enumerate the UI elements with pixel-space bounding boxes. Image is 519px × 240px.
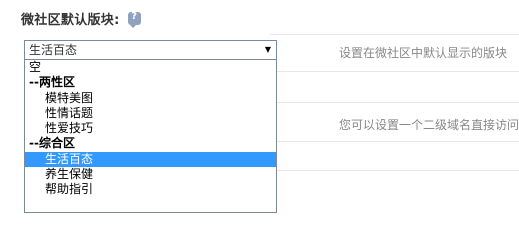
- help-bubble-icon[interactable]: [127, 11, 141, 28]
- subdomain-description: 您可以设置一个二级域名直接访问: [339, 118, 519, 132]
- dropdown-group-header: --综合区: [29, 136, 75, 151]
- board-dropdown-list[interactable]: 空 --两性区 模特美图 性情话题 性爱技巧 --综合区 生活百态 养生保健 帮助指引: [24, 59, 277, 213]
- divider: [270, 170, 519, 171]
- dropdown-option[interactable]: 空: [25, 60, 276, 75]
- select-value: 生活百态: [29, 43, 78, 57]
- divider: [270, 141, 519, 142]
- default-board-select[interactable]: 生活百态 ▼: [24, 40, 277, 60]
- dropdown-option[interactable]: 性情话题: [25, 106, 276, 121]
- dropdown-option[interactable]: 性爱技巧: [25, 121, 276, 136]
- default-board-label-row: 微社区默认版块:: [21, 8, 141, 28]
- dropdown-option[interactable]: 帮助指引: [25, 182, 276, 197]
- dropdown-group-header: --两性区: [29, 75, 75, 90]
- dropdown-option[interactable]: 生活百态: [25, 151, 276, 168]
- dropdown-option[interactable]: 养生保健: [25, 167, 276, 182]
- dropdown-arrow-icon[interactable]: ▼: [265, 41, 271, 59]
- divider: [270, 34, 519, 35]
- divider: [270, 102, 519, 103]
- dropdown-option[interactable]: 模特美图: [25, 91, 276, 106]
- default-board-description: 设置在微社区中默认显示的版块: [339, 46, 508, 60]
- divider: [270, 71, 519, 72]
- section-label: 微社区默认版块:: [21, 12, 120, 28]
